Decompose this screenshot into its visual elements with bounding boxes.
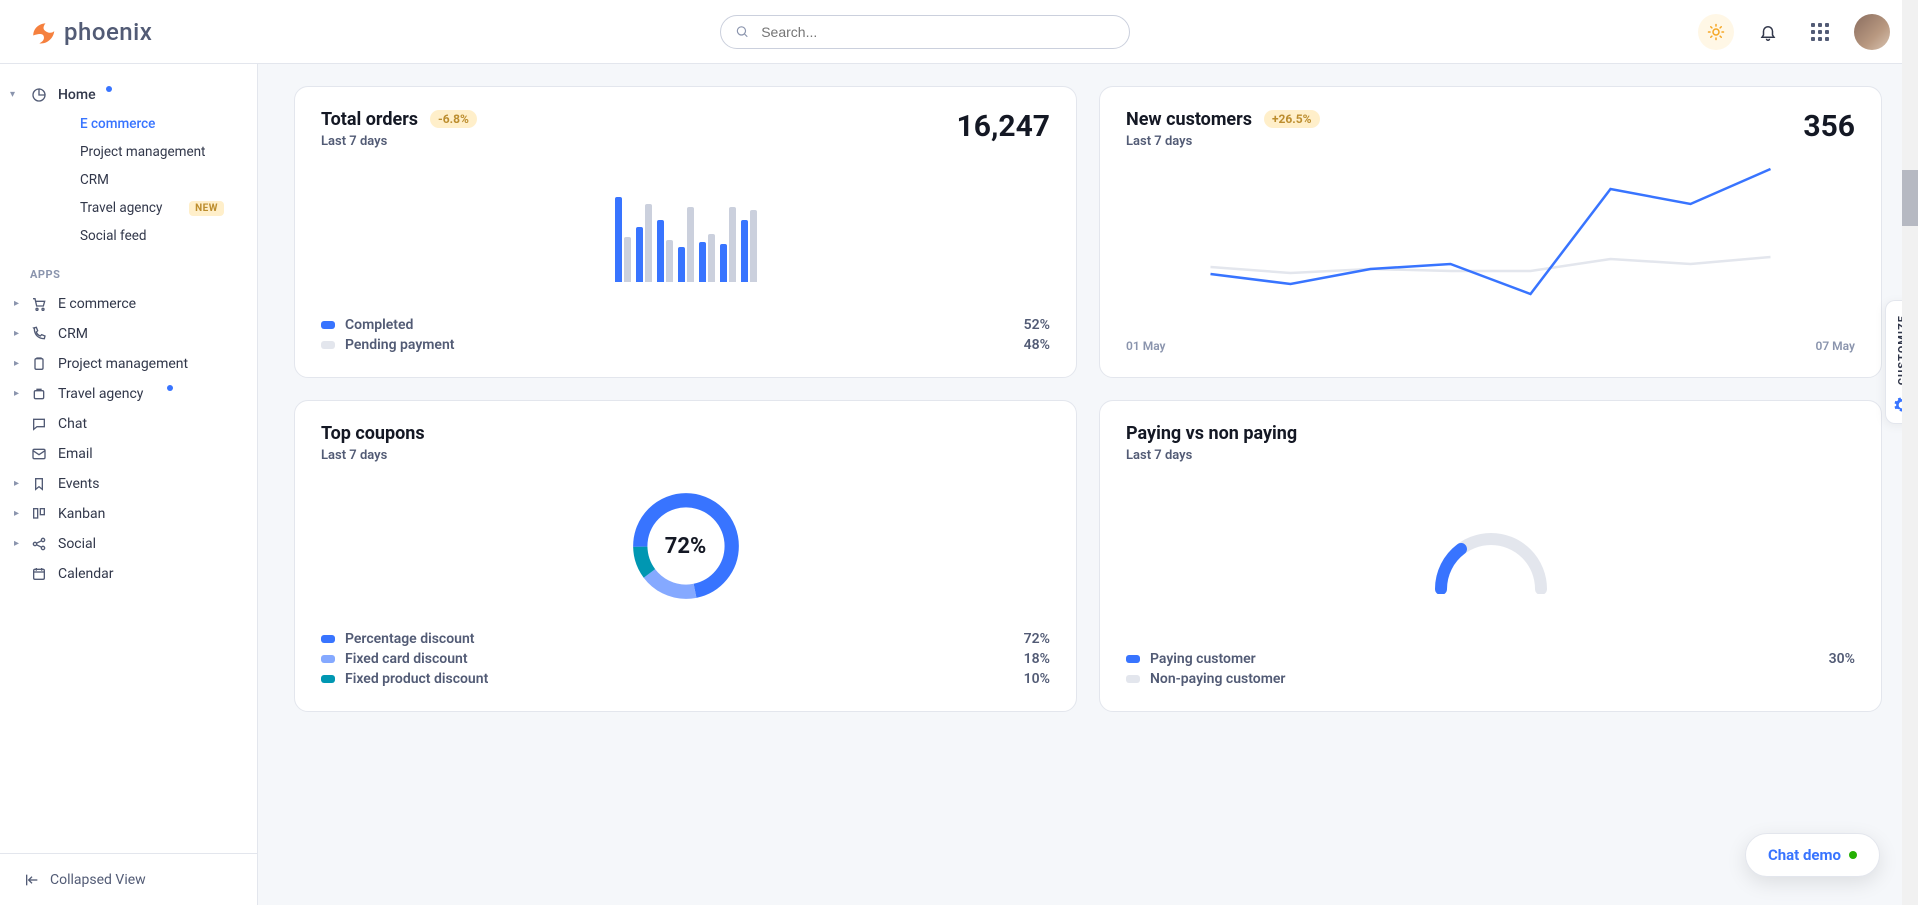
card-top-coupons: Top coupons Last 7 days 72%: [294, 400, 1077, 712]
delta-badge: -6.8%: [430, 110, 477, 128]
sidebar-app-ecommerce[interactable]: ▸E commerce: [0, 289, 257, 319]
card-subtitle: Last 7 days: [321, 448, 1050, 463]
bookmark-icon: [30, 475, 48, 493]
card-title: Paying vs non paying: [1126, 423, 1297, 444]
chevron-right-icon: ▸: [14, 328, 19, 339]
sidebar-app-events[interactable]: ▸Events: [0, 469, 257, 499]
search-box[interactable]: [720, 15, 1130, 49]
chevron-down-icon: ▾: [10, 89, 15, 100]
search-input[interactable]: [759, 23, 1115, 41]
suitcase-icon: [30, 385, 48, 403]
card-total-orders: Total orders -6.8% Last 7 days 16,247 Co…: [294, 86, 1077, 378]
online-status-dot: [1849, 851, 1857, 859]
topbar: phoenix: [0, 0, 1918, 64]
sidebar-item-social-feed[interactable]: Social feed: [0, 222, 257, 250]
notifications-button[interactable]: [1750, 14, 1786, 50]
collapse-icon: [24, 872, 40, 888]
brand-name: phoenix: [64, 18, 152, 46]
sidebar-app-chat[interactable]: Chat: [0, 409, 257, 439]
grid-icon: [1811, 23, 1829, 41]
main-content: Total orders -6.8% Last 7 days 16,247 Co…: [258, 64, 1918, 905]
paying-pct: 30%: [1829, 651, 1855, 667]
sidebar-app-project-management[interactable]: ▸Project management: [0, 349, 257, 379]
sidebar-item-ecommerce[interactable]: E commerce: [0, 110, 257, 138]
donut-center-value: 72%: [626, 486, 746, 606]
search-icon: [735, 24, 749, 39]
card-title: Total orders: [321, 109, 418, 130]
pie-icon: [30, 86, 48, 104]
x-axis-end: 07 May: [1815, 339, 1855, 353]
sidebar-item-travel-agency[interactable]: Travel agency NEW: [0, 194, 257, 222]
legend-paying-customer: Paying customer 30%: [1126, 649, 1855, 669]
cart-icon: [30, 295, 48, 313]
card-new-customers: New customers +26.5% Last 7 days 356 01 …: [1099, 86, 1882, 378]
chevron-right-icon: ▸: [14, 508, 19, 519]
new-badge: NEW: [189, 201, 224, 216]
chevron-right-icon: ▸: [14, 298, 19, 309]
vertical-scrollbar[interactable]: [1902, 0, 1918, 905]
share-icon: [30, 535, 48, 553]
scrollbar-thumb[interactable]: [1902, 170, 1918, 226]
customers-value: 356: [1803, 109, 1855, 144]
delta-badge: +26.5%: [1264, 110, 1320, 128]
chat-demo-label: Chat demo: [1768, 846, 1841, 864]
clipboard-icon: [30, 355, 48, 373]
sidebar-app-travel-agency[interactable]: ▸Travel agency: [0, 379, 257, 409]
chevron-right-icon: ▸: [14, 388, 19, 399]
collapsed-view-label: Collapsed View: [50, 872, 146, 888]
sidebar-item-project-management[interactable]: Project management: [0, 138, 257, 166]
chevron-right-icon: ▸: [14, 538, 19, 549]
phoenix-logo-icon: [28, 18, 56, 46]
user-avatar[interactable]: [1854, 14, 1890, 50]
apps-grid-button[interactable]: [1802, 14, 1838, 50]
bell-icon: [1759, 23, 1777, 41]
legend-fixed-product: Fixed product discount 10%: [321, 669, 1050, 689]
collapsed-view-toggle[interactable]: Collapsed View: [0, 853, 257, 905]
card-subtitle: Last 7 days: [1126, 448, 1855, 463]
sidebar-home[interactable]: ▾ Home: [0, 80, 257, 110]
sidebar-home-children: E commerce Project management CRM Travel…: [0, 110, 257, 250]
sidebar-home-label: Home: [58, 87, 96, 103]
sidebar-app-social[interactable]: ▸Social: [0, 529, 257, 559]
new-indicator-dot: [167, 385, 173, 391]
sidebar-app-calendar[interactable]: Calendar: [0, 559, 257, 589]
coupons-donut-chart: 72%: [321, 481, 1050, 611]
orders-bar-chart: [321, 167, 1050, 297]
chat-icon: [30, 415, 48, 433]
paying-gauge-chart: [1126, 481, 1855, 631]
pending-pct: 48%: [1024, 337, 1050, 353]
card-title: Top coupons: [321, 423, 425, 444]
new-indicator-dot: [106, 86, 112, 92]
card-subtitle: Last 7 days: [321, 134, 477, 149]
orders-value: 16,247: [957, 109, 1050, 144]
x-axis-start: 01 May: [1126, 339, 1166, 353]
completed-pct: 52%: [1024, 317, 1050, 333]
chevron-right-icon: ▸: [14, 478, 19, 489]
legend-completed: Completed 52%: [321, 315, 1050, 335]
kanban-icon: [30, 505, 48, 523]
legend-percentage-discount: Percentage discount 72%: [321, 629, 1050, 649]
legend-pending: Pending payment 48%: [321, 335, 1050, 355]
calendar-icon: [30, 565, 48, 583]
sidebar-app-kanban[interactable]: ▸Kanban: [0, 499, 257, 529]
sidebar-item-crm[interactable]: CRM: [0, 166, 257, 194]
mail-icon: [30, 445, 48, 463]
card-paying-vs-nonpaying: Paying vs non paying Last 7 days Paying …: [1099, 400, 1882, 712]
brand[interactable]: phoenix: [28, 18, 152, 46]
sidebar: ▾ Home E commerce Project management CRM…: [0, 64, 258, 905]
customers-line-chart: 01 May 07 May: [1126, 149, 1855, 339]
chat-demo-button[interactable]: Chat demo: [1745, 833, 1880, 877]
chevron-right-icon: ▸: [14, 358, 19, 369]
card-title: New customers: [1126, 109, 1252, 130]
legend-nonpaying-customer: Non-paying customer: [1126, 669, 1855, 689]
sun-icon: [1707, 23, 1725, 41]
theme-toggle-button[interactable]: [1698, 14, 1734, 50]
sidebar-app-email[interactable]: Email: [0, 439, 257, 469]
phone-icon: [30, 325, 48, 343]
card-subtitle: Last 7 days: [1126, 134, 1320, 149]
sidebar-app-crm[interactable]: ▸CRM: [0, 319, 257, 349]
legend-fixed-card: Fixed card discount 18%: [321, 649, 1050, 669]
apps-header: APPS: [0, 250, 257, 289]
